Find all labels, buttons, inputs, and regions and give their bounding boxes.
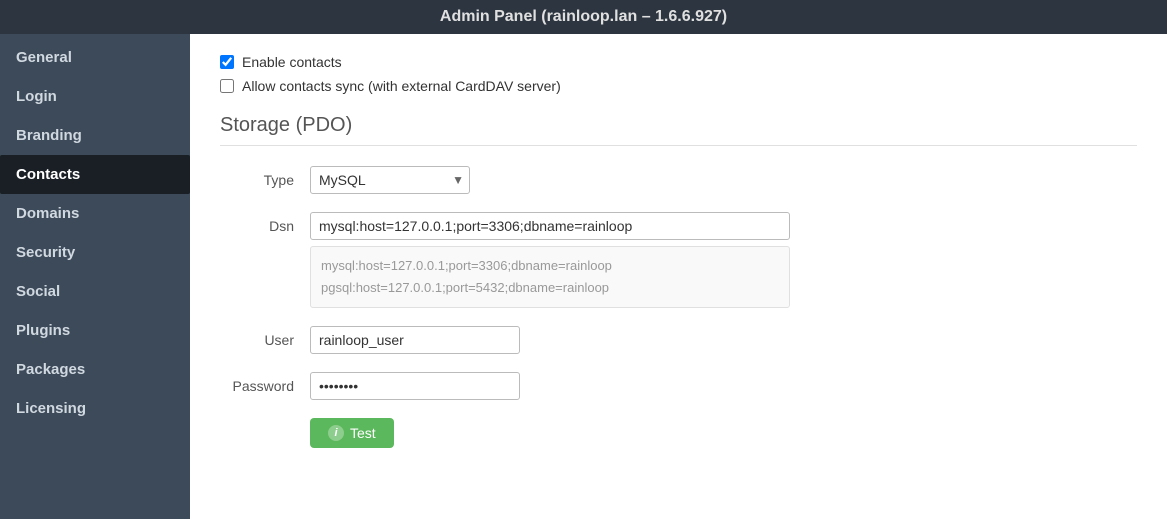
type-control-wrap: MySQL PostgreSQL SQLite ▼ (310, 166, 790, 194)
test-control-wrap: i Test (310, 418, 790, 448)
password-group: Password (220, 372, 1137, 400)
dsn-hint-1: mysql:host=127.0.0.1;port=3306;dbname=ra… (321, 255, 779, 277)
type-label: Type (220, 166, 310, 188)
user-control-wrap (310, 326, 790, 354)
test-group: i Test (220, 418, 1137, 448)
dsn-hint-2: pgsql:host=127.0.0.1;port=5432;dbname=ra… (321, 277, 779, 299)
type-select-wrapper[interactable]: MySQL PostgreSQL SQLite ▼ (310, 166, 470, 194)
allow-sync-row[interactable]: Allow contacts sync (with external CardD… (220, 78, 1137, 94)
user-input[interactable] (310, 326, 520, 354)
sidebar-item-general[interactable]: General (0, 38, 190, 77)
password-label: Password (220, 372, 310, 394)
sidebar-item-packages[interactable]: Packages (0, 350, 190, 389)
dsn-hints: mysql:host=127.0.0.1;port=3306;dbname=ra… (310, 246, 790, 308)
user-group: User (220, 326, 1137, 354)
password-control-wrap (310, 372, 790, 400)
test-button-label: Test (350, 425, 376, 441)
enable-contacts-row[interactable]: Enable contacts (220, 54, 1137, 70)
sidebar-item-domains[interactable]: Domains (0, 194, 190, 233)
type-select[interactable]: MySQL PostgreSQL SQLite (310, 166, 470, 194)
checkboxes-section: Enable contacts Allow contacts sync (wit… (220, 54, 1137, 94)
dsn-control-wrap: mysql:host=127.0.0.1;port=3306;dbname=ra… (310, 212, 790, 308)
app-header: Admin Panel (rainloop.lan – 1.6.6.927) (0, 0, 1167, 34)
main-content: Enable contacts Allow contacts sync (wit… (190, 34, 1167, 519)
sidebar-item-licensing[interactable]: Licensing (0, 389, 190, 428)
user-label: User (220, 326, 310, 348)
allow-sync-label: Allow contacts sync (with external CardD… (242, 78, 561, 94)
test-button[interactable]: i Test (310, 418, 394, 448)
allow-sync-checkbox[interactable] (220, 79, 234, 93)
sidebar-item-login[interactable]: Login (0, 77, 190, 116)
sidebar-item-plugins[interactable]: Plugins (0, 311, 190, 350)
dsn-label: Dsn (220, 212, 310, 234)
dsn-input[interactable] (310, 212, 790, 240)
test-spacer (220, 418, 310, 424)
enable-contacts-label: Enable contacts (242, 54, 342, 70)
info-icon: i (328, 425, 344, 441)
password-input[interactable] (310, 372, 520, 400)
dsn-group: Dsn mysql:host=127.0.0.1;port=3306;dbnam… (220, 212, 1137, 308)
enable-contacts-checkbox[interactable] (220, 55, 234, 69)
sidebar-item-security[interactable]: Security (0, 233, 190, 272)
sidebar-item-contacts[interactable]: Contacts (0, 155, 190, 194)
sidebar-item-social[interactable]: Social (0, 272, 190, 311)
sidebar: GeneralLoginBrandingContactsDomainsSecur… (0, 34, 190, 519)
header-title: Admin Panel (rainloop.lan – 1.6.6.927) (440, 8, 727, 25)
sidebar-item-branding[interactable]: Branding (0, 116, 190, 155)
type-group: Type MySQL PostgreSQL SQLite ▼ (220, 166, 1137, 194)
storage-section-title: Storage (PDO) (220, 114, 1137, 146)
